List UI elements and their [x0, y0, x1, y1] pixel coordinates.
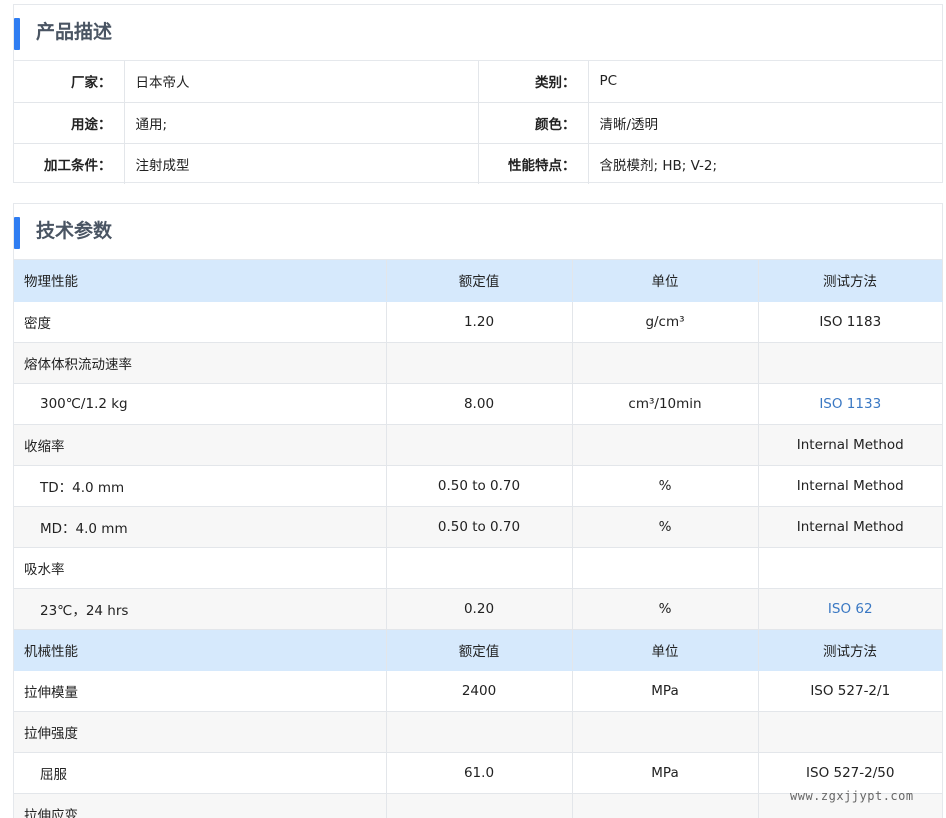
- table-row: 收缩率 Internal Method: [14, 423, 942, 466]
- field-label: 颜色：: [477, 101, 589, 144]
- rated-value: [385, 546, 573, 589]
- rated-value: [385, 792, 573, 818]
- technical-params-panel: 技术参数 物理性能 额定值 单位 测试方法 密度 1.20 g/cm³ ISO 1183 熔体体…: [13, 203, 943, 818]
- rated-value: [385, 710, 573, 753]
- column-header: 额定值: [385, 260, 573, 302]
- property-name: 屈服: [14, 751, 387, 794]
- property-name: 拉伸应变: [14, 792, 387, 818]
- unit: MPa: [571, 751, 759, 794]
- description-row: 厂家： 日本帝人 类别： PC: [14, 61, 942, 103]
- table-row: TD：4.0 mm 0.50 to 0.70% Internal Method: [14, 464, 942, 507]
- field-label: 厂家：: [14, 61, 125, 103]
- property-name: 拉伸模量: [14, 669, 387, 712]
- table-row: 23℃，24 hrs 0.20% ISO 62: [14, 587, 942, 630]
- field-label: 性能特点：: [477, 142, 589, 184]
- column-header: 测试方法: [757, 260, 943, 302]
- table-row: 拉伸模量 2400 MPa ISO 527-2/1: [14, 669, 942, 712]
- column-header: 单位: [571, 628, 759, 671]
- table-row: MD：4.0 mm 0.50 to 0.70% Internal Method: [14, 505, 942, 548]
- section-header-row: 机械性能 额定值 单位 测试方法: [14, 628, 943, 671]
- accent-bar: [14, 217, 20, 249]
- description-title: 产品描述: [36, 21, 113, 43]
- test-method: [757, 710, 942, 753]
- technical-header: 技术参数: [14, 204, 942, 260]
- test-method: ISO 1133: [757, 382, 942, 425]
- field-label: 用途：: [14, 101, 125, 144]
- field-value: 通用;: [123, 101, 479, 144]
- unit: [571, 546, 759, 589]
- test-method: [757, 546, 942, 589]
- section-title: 物理性能: [14, 260, 387, 302]
- field-value: 注射成型: [123, 142, 479, 184]
- property-name: 23℃，24 hrs: [14, 587, 387, 630]
- technical-title: 技术参数: [36, 220, 113, 242]
- table-row: 拉伸强度: [14, 710, 942, 753]
- technical-table: 物理性能 额定值 单位 测试方法 密度 1.20 g/cm³ ISO 1183 熔体体积流动速率…: [14, 260, 943, 818]
- field-label: 加工条件：: [14, 142, 125, 184]
- column-header: 测试方法: [757, 628, 943, 671]
- test-method-link[interactable]: ISO 1133: [819, 396, 881, 412]
- property-name: TD：4.0 mm: [14, 464, 387, 507]
- rated-value: 0.50 to 0.70: [385, 505, 573, 548]
- property-name: 收缩率: [14, 423, 387, 466]
- unit: [571, 423, 759, 466]
- unit: %: [571, 505, 759, 548]
- property-name: 拉伸强度: [14, 710, 387, 753]
- field-value: PC: [587, 61, 942, 103]
- table-row: 300℃/1.2 kg 8.00 cm³/10min ISO 1133: [14, 382, 942, 425]
- column-header: 单位: [571, 260, 759, 302]
- section-header-row: 物理性能 额定值 单位 测试方法: [14, 260, 943, 302]
- section-title: 机械性能: [14, 628, 387, 671]
- watermark: www.zgxjjypt.com: [790, 789, 914, 803]
- rated-value: [385, 423, 573, 466]
- description-row: 加工条件： 注射成型 性能特点： 含脱模剂; HB; V-2;: [14, 142, 942, 184]
- table-row: 密度 1.20 g/cm³ ISO 1183: [14, 300, 942, 343]
- test-method: [757, 341, 942, 384]
- table-row: 屈服 61.0 MPa ISO 527-2/50: [14, 751, 942, 794]
- test-method: ISO 527-2/50: [757, 751, 942, 794]
- table-row: 吸水率: [14, 546, 942, 589]
- field-label: 类别：: [477, 61, 589, 103]
- rated-value: 0.50 to 0.70: [385, 464, 573, 507]
- product-description-panel: 产品描述 厂家： 日本帝人 类别： PC 用途： 通用; 颜色： 清晰/透明 加工条件： 注射成型…: [13, 4, 943, 184]
- unit: cm³/10min: [571, 382, 759, 425]
- property-name: MD：4.0 mm: [14, 505, 387, 548]
- property-name: 熔体体积流动速率: [14, 341, 387, 384]
- unit: %: [571, 587, 759, 630]
- test-method: ISO 1183: [757, 300, 942, 343]
- property-name: 密度: [14, 300, 387, 343]
- test-method: ISO 527-2/1: [757, 669, 942, 712]
- description-row: 用途： 通用; 颜色： 清晰/透明: [14, 101, 942, 144]
- field-value: 清晰/透明: [587, 101, 942, 144]
- unit: [571, 792, 759, 818]
- rated-value: [385, 341, 573, 384]
- test-method: Internal Method: [757, 423, 942, 466]
- test-method: ISO 62: [757, 587, 942, 630]
- field-value: 含脱模剂; HB; V-2;: [587, 142, 942, 184]
- unit: %: [571, 464, 759, 507]
- description-table: 厂家： 日本帝人 类别： PC 用途： 通用; 颜色： 清晰/透明 加工条件： 注射成型 性能特点：…: [14, 61, 942, 184]
- rated-value: 2400: [385, 669, 573, 712]
- test-method: Internal Method: [757, 464, 942, 507]
- rated-value: 61.0: [385, 751, 573, 794]
- description-header: 产品描述: [14, 5, 942, 61]
- unit: [571, 341, 759, 384]
- rated-value: 8.00: [385, 382, 573, 425]
- test-method-link[interactable]: ISO 62: [828, 601, 873, 617]
- unit: MPa: [571, 669, 759, 712]
- column-header: 额定值: [385, 628, 573, 671]
- unit: g/cm³: [571, 300, 759, 343]
- property-name: 300℃/1.2 kg: [14, 382, 387, 425]
- rated-value: 1.20: [385, 300, 573, 343]
- unit: [571, 710, 759, 753]
- property-name: 吸水率: [14, 546, 387, 589]
- rated-value: 0.20: [385, 587, 573, 630]
- field-value: 日本帝人: [123, 61, 479, 103]
- table-row: 熔体体积流动速率: [14, 341, 942, 384]
- accent-bar: [14, 18, 20, 50]
- test-method: Internal Method: [757, 505, 942, 548]
